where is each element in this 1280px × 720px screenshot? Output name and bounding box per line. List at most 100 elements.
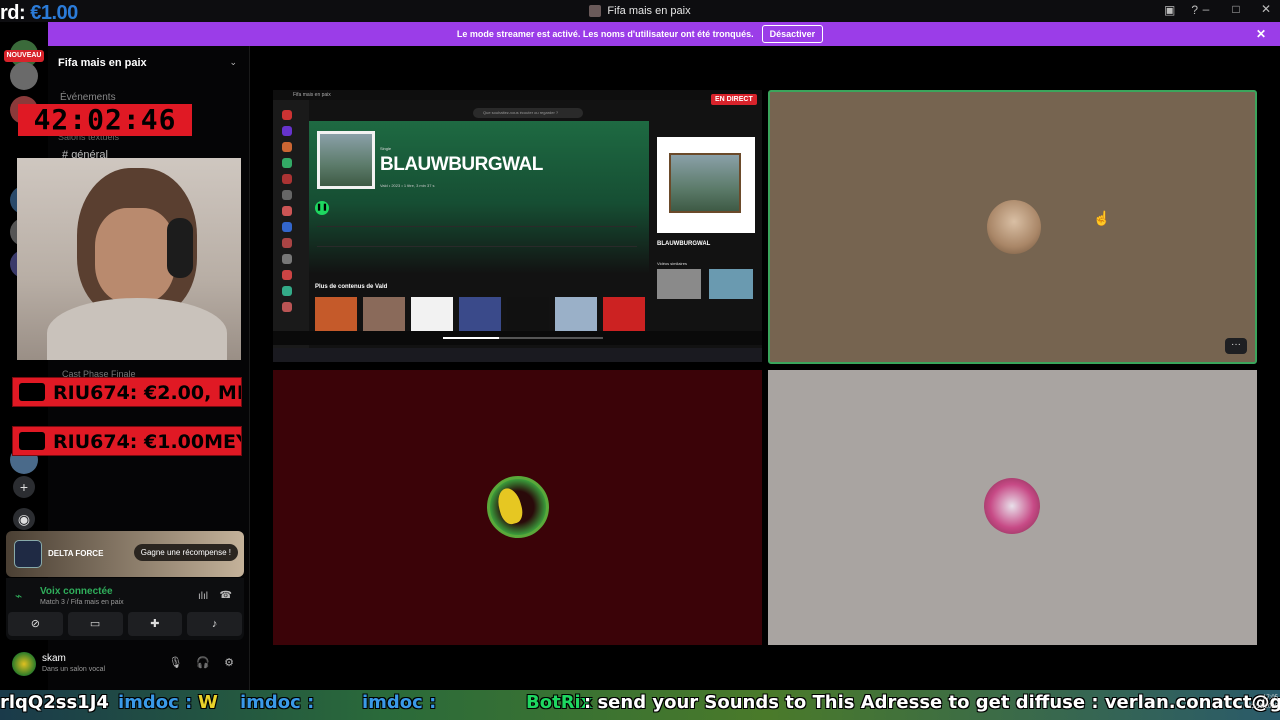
window-title: Fifa mais en paix bbox=[589, 5, 691, 17]
banner-close-icon[interactable]: ✕ bbox=[1256, 27, 1266, 41]
ticker-username: rlqQ2ss1J4 bbox=[0, 692, 109, 713]
explore-servers-icon[interactable]: ◉ bbox=[13, 508, 35, 530]
disable-streamer-mode-button[interactable]: Désactiver bbox=[761, 25, 824, 43]
noise-suppression-icon[interactable]: ılıl bbox=[198, 591, 208, 602]
voice-action-buttons: ⊘ ▭ ✚ ♪ bbox=[6, 612, 244, 638]
ticker-message: W bbox=[198, 692, 218, 713]
app-root: Fifa mais en paix rd: €1.00 ▣ ? – □ ✕ Le… bbox=[0, 0, 1280, 720]
donation-alert: RIU674: €2.00, MEY bbox=[12, 377, 242, 407]
headphones-icon[interactable]: 🎧 bbox=[196, 656, 210, 669]
screen-share-tile[interactable]: Fifa mais en paix Que souhaitez-vous éco… bbox=[273, 90, 762, 362]
server-icon bbox=[282, 174, 292, 184]
add-server-icon[interactable]: + bbox=[13, 476, 35, 498]
shared-server-rail bbox=[273, 100, 309, 356]
artwork-inner bbox=[669, 153, 741, 213]
disconnect-icon[interactable]: ☎ bbox=[220, 590, 232, 601]
donation-prefix: rd: bbox=[0, 2, 26, 24]
close-window-icon[interactable]: ✕ bbox=[1258, 2, 1274, 16]
subathon-timer: 42:02:46 bbox=[18, 104, 192, 136]
username[interactable]: skam bbox=[42, 653, 66, 664]
promo-title: DELTA FORCE bbox=[48, 549, 104, 558]
now-playing-title: BLAUWBURGWAL bbox=[657, 241, 711, 247]
claim-reward-button[interactable]: Gagne une récompense ! bbox=[133, 544, 238, 561]
similar-video-thumbnail bbox=[709, 269, 753, 299]
microphone-icon[interactable]: 🎙 bbox=[168, 656, 182, 669]
ticker-username: imdoc : bbox=[240, 692, 315, 713]
window-title-text: Fifa mais en paix bbox=[607, 5, 691, 17]
maximize-icon[interactable]: □ bbox=[1228, 2, 1244, 16]
release-thumbnail bbox=[411, 297, 453, 331]
shared-taskbar bbox=[273, 348, 762, 362]
playback-progress-fill bbox=[443, 337, 499, 339]
avatar[interactable] bbox=[12, 652, 36, 676]
tracklist-divider bbox=[317, 246, 637, 247]
server-icon bbox=[282, 222, 292, 232]
shared-app-title: Fifa mais en paix bbox=[293, 92, 331, 98]
activities-icon[interactable]: ✚ bbox=[127, 612, 183, 636]
shared-search-bar: Que souhaitez-vous écouter ou regarder ? bbox=[473, 108, 583, 118]
user-controls: 🎙 🎧 ⚙ bbox=[168, 656, 234, 669]
voice-status[interactable]: Voix connectée bbox=[40, 586, 113, 597]
server-icon[interactable] bbox=[10, 62, 38, 90]
user-status: Dans un salon vocal bbox=[42, 666, 106, 673]
artist-releases bbox=[315, 297, 645, 331]
donation-alert-icon bbox=[19, 383, 45, 401]
release-thumbnail bbox=[315, 297, 357, 331]
server-icon bbox=[282, 142, 292, 152]
events-item[interactable]: Événements bbox=[60, 92, 116, 103]
album-cover bbox=[317, 131, 375, 189]
chevron-down-icon[interactable]: ⌄ bbox=[229, 57, 237, 68]
player-bar bbox=[273, 331, 762, 345]
help-icon[interactable]: ? bbox=[1191, 3, 1198, 17]
server-name[interactable]: Fifa mais en paix bbox=[58, 57, 147, 69]
release-kind: Single bbox=[380, 146, 392, 151]
participant-avatar bbox=[987, 200, 1041, 254]
server-icon bbox=[282, 126, 292, 136]
participant-tile[interactable] bbox=[768, 370, 1257, 645]
spotify-main-pane: Single BLAUWBURGWAL Vald • 2023 • 1 titr… bbox=[309, 121, 649, 356]
ticker-message: : send your Sounds to This Adresse to ge… bbox=[584, 692, 1280, 713]
server-icon bbox=[282, 286, 292, 296]
camera-off-icon[interactable]: ⊘ bbox=[8, 612, 63, 636]
webcam-feed bbox=[17, 158, 241, 360]
song-meta: Vald • 2023 • 1 titre, 3 min 37 s bbox=[380, 183, 435, 188]
more-options-icon[interactable]: ··· bbox=[1225, 338, 1247, 354]
participant-avatar bbox=[984, 478, 1040, 534]
new-badge: NOUVEAU bbox=[4, 50, 44, 62]
signal-icon[interactable]: ⌁ bbox=[15, 589, 22, 603]
streamer-mode-text: Le mode streamer est activé. Les noms d'… bbox=[456, 29, 754, 39]
play-icon: ❚❚ bbox=[315, 201, 329, 215]
chat-ticker-overlay: rlqQ2ss1J4 imdoc : W imdoc : imdoc : Bot… bbox=[0, 690, 1280, 720]
playback-progress bbox=[443, 337, 603, 339]
webcam-face bbox=[95, 208, 175, 303]
donation-alert-text: RIU674: €1.00MEYI bbox=[53, 431, 242, 453]
server-icon bbox=[282, 190, 292, 200]
similar-videos-label: Vidéos similaires bbox=[657, 261, 687, 266]
minimize-icon[interactable]: – bbox=[1198, 2, 1214, 16]
inbox-icon[interactable]: ▣ bbox=[1164, 3, 1175, 17]
tracklist-divider bbox=[317, 226, 637, 227]
gear-icon[interactable]: ⚙ bbox=[224, 656, 234, 669]
participant-tile[interactable] bbox=[273, 370, 762, 645]
delta-force-promo[interactable]: DELTA FORCE Gagne une récompense ! bbox=[6, 531, 244, 577]
release-thumbnail bbox=[555, 297, 597, 331]
streamer-mode-banner: Le mode streamer est activé. Les noms d'… bbox=[0, 22, 1280, 46]
soundboard-icon[interactable]: ♪ bbox=[187, 612, 242, 636]
window-controls: – □ ✕ bbox=[1198, 2, 1274, 16]
server-icon bbox=[282, 158, 292, 168]
titlebar-icons: ▣ ? bbox=[1164, 3, 1198, 17]
screen-share-icon[interactable]: ▭ bbox=[67, 612, 123, 636]
more-from-artist: Plus de contenus de Vald bbox=[315, 284, 388, 290]
release-thumbnail bbox=[459, 297, 501, 331]
participant-tile-speaking[interactable]: ··· bbox=[768, 90, 1257, 364]
server-icon bbox=[282, 254, 292, 264]
headset-icon bbox=[167, 218, 193, 278]
window-titlebar: Fifa mais en paix rd: €1.00 ▣ ? – □ ✕ bbox=[0, 0, 1280, 24]
user-panel: skam Dans un salon vocal 🎙 🎧 ⚙ bbox=[6, 646, 244, 682]
voice-channel-path[interactable]: Match 3 / Fifa mais en paix bbox=[40, 599, 124, 606]
ticker-username: imdoc : bbox=[118, 692, 193, 713]
ticker-username: BotRix bbox=[526, 692, 593, 713]
server-icon bbox=[282, 206, 292, 216]
webcam-hoodie bbox=[47, 298, 227, 360]
shared-titlebar: Fifa mais en paix bbox=[273, 90, 762, 100]
